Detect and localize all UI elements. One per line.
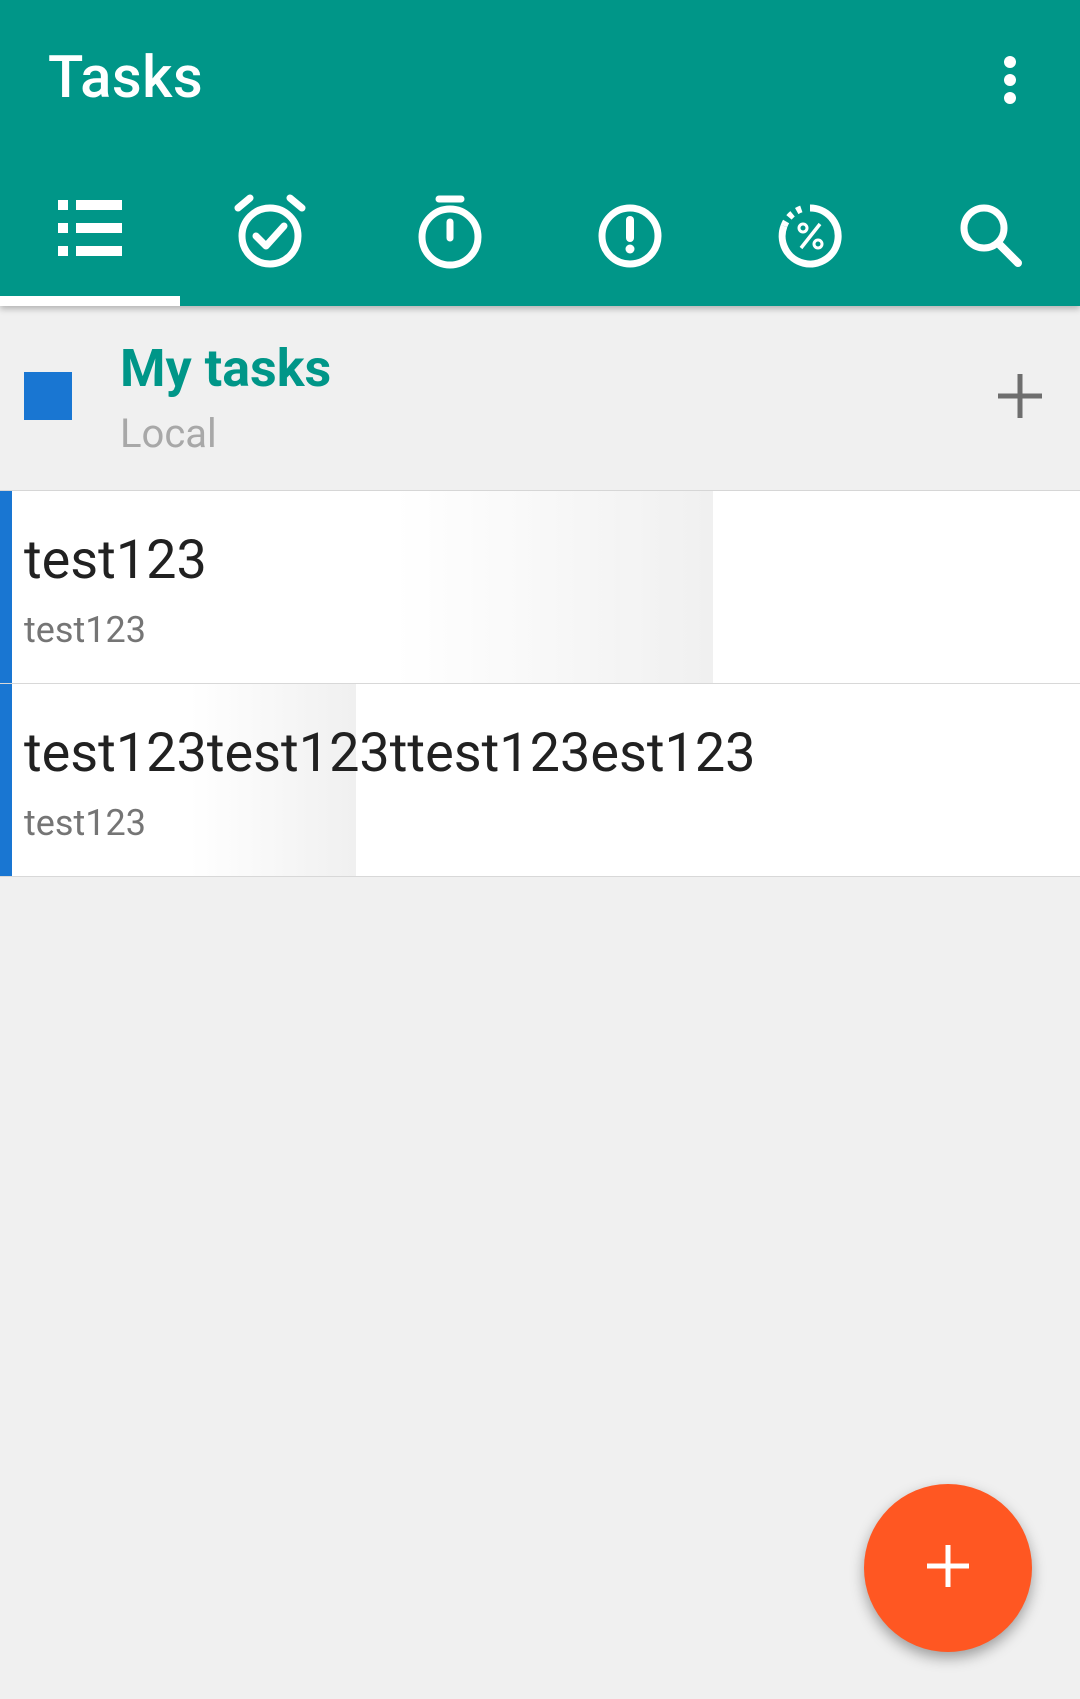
tab-search[interactable] (900, 180, 1080, 306)
task-row[interactable]: test123test123ttest123est123 test123 (0, 684, 1080, 877)
task-title: test123test123ttest123est123 (24, 722, 756, 785)
tab-priority[interactable] (540, 180, 720, 306)
alert-circle-icon (595, 180, 665, 274)
list-account: Local (120, 410, 217, 457)
stopwatch-icon (415, 180, 485, 274)
app-title: Tasks (48, 44, 204, 112)
tab-bar (0, 180, 1080, 306)
progress-percent-icon (775, 180, 845, 274)
list-icon (56, 180, 124, 266)
task-description: test123 (24, 802, 146, 844)
alarm-check-icon (234, 180, 306, 274)
task-list-color-bar (0, 684, 12, 876)
search-icon (954, 180, 1026, 274)
plus-icon (923, 1541, 973, 1595)
list-color-swatch (24, 372, 72, 420)
plus-icon (990, 374, 1050, 430)
tab-start[interactable] (360, 180, 540, 306)
task-title: test123 (24, 529, 207, 592)
task-list-color-bar (0, 491, 12, 683)
task-description: test123 (24, 609, 146, 651)
add-task-fab[interactable] (864, 1484, 1032, 1652)
app-bar: Tasks (0, 0, 1080, 306)
task-progress-overlay (395, 491, 713, 683)
add-task-button[interactable] (990, 366, 1050, 426)
list-name: My tasks (120, 338, 332, 399)
tab-progress[interactable] (720, 180, 900, 306)
tab-indicator (0, 296, 180, 306)
tab-due[interactable] (180, 180, 360, 306)
tab-all-tasks[interactable] (0, 180, 180, 306)
task-row[interactable]: test123 test123 (0, 491, 1080, 684)
overflow-menu-icon[interactable] (980, 50, 1040, 110)
